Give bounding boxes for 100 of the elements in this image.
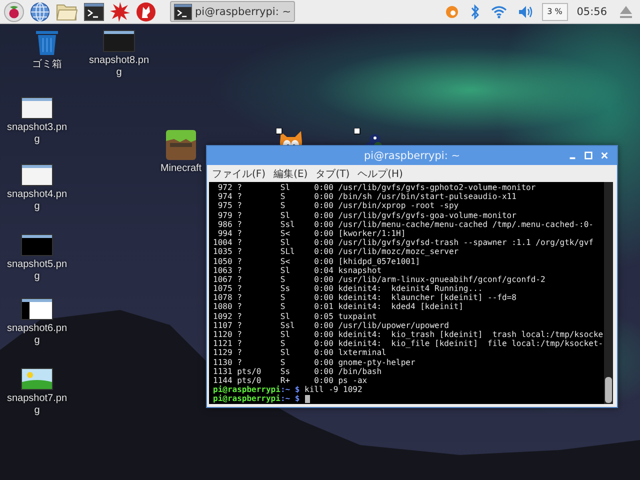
process-state: Sl (280, 210, 292, 220)
process-command: kdeinit4: kdeinit4 Running... (338, 284, 483, 294)
process-time: 0:05 (314, 312, 334, 321)
command-text: kill -9 1092 (304, 385, 362, 394)
process-id: 1144 (213, 376, 232, 386)
globe-icon[interactable] (30, 2, 50, 22)
desktop-icon-label[interactable]: snapshot5.png (6, 259, 68, 283)
process-tty: ? (237, 266, 243, 275)
process-command: kdeinit4: kded4 [kdeinit] (338, 302, 464, 312)
image-thumbnail[interactable] (21, 234, 53, 256)
process-time: 0:00 (314, 358, 334, 367)
scrollbar-thumb[interactable] (605, 377, 612, 403)
maximize-icon[interactable] (584, 151, 593, 160)
desktop-icon-label[interactable]: snapshot6.png (6, 323, 68, 347)
desktop-icon-label[interactable]: snapshot4.png (6, 189, 68, 213)
process-id: 1092 (213, 312, 232, 321)
window-title: pi@raspberrypi: ~ (364, 150, 460, 162)
desktop-icon-label[interactable]: snapshot8.png (88, 55, 150, 79)
process-tty: ? (237, 348, 243, 358)
process-command: lxterminal (338, 348, 386, 358)
process-id: 974 (216, 192, 232, 202)
process-time: 0:00 (314, 293, 334, 302)
process-time: 0:00 (314, 256, 334, 266)
process-tty: ? (237, 192, 243, 202)
bluetooth-icon[interactable] (470, 4, 480, 20)
process-id: 1035 (213, 247, 232, 256)
process-state: Ss (280, 284, 292, 294)
process-id: 1130 (213, 358, 232, 367)
process-command: kdeinit4: kio_file [kdeinit] file local:/tmp/ksocket- (338, 339, 604, 348)
process-command: ps -ax (338, 376, 368, 386)
process-id: 1078 (213, 293, 232, 302)
process-id: 1131 (213, 366, 232, 376)
image-thumbnail[interactable] (21, 97, 53, 119)
process-time: 0:04 (314, 266, 334, 275)
process-command: tuxpaint (338, 312, 377, 321)
snake-icon[interactable] (354, 128, 384, 145)
image-thumbnail[interactable] (103, 30, 135, 52)
process-time: 0:00 (314, 339, 334, 348)
process-tty: ? (237, 274, 243, 284)
process-command: ksnapshot (338, 266, 382, 275)
menu-item[interactable]: ファイル(F) (212, 166, 266, 180)
grass-block-icon[interactable] (166, 130, 196, 160)
process-state: S (280, 293, 286, 302)
close-icon[interactable] (600, 151, 609, 160)
process-command: /bin/bash (338, 366, 382, 376)
process-tty: ? (237, 284, 243, 294)
process-state: Sl (280, 266, 292, 275)
process-time: 0:00 (314, 210, 334, 220)
process-time: 0:00 (314, 274, 334, 284)
process-time: 0:00 (314, 348, 334, 358)
process-id: 986 (216, 220, 232, 229)
process-command: [khidpd_057e1001] (338, 256, 420, 266)
process-time: 0:00 (314, 247, 334, 256)
prompt-path: :~ $ (280, 394, 300, 404)
trash-icon[interactable] (35, 30, 59, 56)
process-time: 0:00 (314, 284, 334, 294)
terminal-icon (174, 2, 192, 20)
process-command: gnome-pty-helper (338, 358, 416, 367)
desktop-icon-label[interactable]: ゴミ箱 (32, 59, 62, 71)
process-tty: ? (237, 183, 243, 192)
process-tty: ? (237, 320, 243, 330)
process-tty: ? (237, 256, 243, 266)
desktop-icon-label[interactable]: Minecraft (160, 163, 202, 175)
raspberry-icon[interactable] (4, 2, 24, 22)
process-time: 0:01 (314, 302, 334, 312)
image-thumbnail[interactable] (21, 164, 53, 186)
process-state: Sl (280, 238, 292, 248)
wolf-icon[interactable] (136, 2, 156, 22)
process-command: /usr/lib/gvfs/gvfs-goa-volume-monitor (338, 210, 516, 220)
process-tty: ? (237, 339, 243, 348)
menu-item[interactable]: ヘルプ(H) (358, 166, 403, 180)
clock: 05:56 (576, 6, 607, 18)
image-thumbnail[interactable] (21, 298, 53, 320)
process-state: Ss (280, 366, 292, 376)
desktop-icon-label[interactable]: snapshot3.png (6, 122, 68, 146)
prompt-user-host: pi@raspberrypi (213, 385, 280, 394)
process-tty: ? (237, 358, 243, 367)
process-tty: ? (237, 228, 243, 238)
desktop-icon-label[interactable]: snapshot7.png (6, 393, 68, 417)
menu-item[interactable]: 編集(E) (274, 166, 308, 180)
process-command: /bin/sh /usr/bin/start-pulseaudio-x11 (338, 192, 516, 202)
process-command: kdeinit4: klauncher [kdeinit] --fd=8 (338, 293, 516, 302)
process-tty: ? (237, 312, 243, 321)
volume-icon[interactable] (518, 4, 534, 18)
star-burst-icon[interactable] (110, 2, 130, 22)
process-state: SLl (280, 247, 296, 256)
taskbar-window-button[interactable]: pi@raspberrypi: ~ (170, 1, 296, 22)
process-state: S (280, 201, 286, 211)
process-time: 0:00 (314, 376, 334, 386)
process-time: 0:00 (314, 330, 334, 340)
process-id: 1050 (213, 256, 232, 266)
terminal-icon[interactable] (84, 2, 104, 22)
process-tty: ? (237, 201, 243, 211)
process-tty: pts/0 (237, 376, 262, 386)
cpu-monitor: 3 % (542, 2, 568, 20)
image-thumbnail[interactable] (21, 368, 53, 390)
menu-item[interactable]: タブ(T) (316, 166, 350, 180)
wifi-icon[interactable] (490, 4, 507, 18)
process-state: S< (280, 256, 292, 266)
process-command: /usr/lib/mozc/mozc_server (338, 247, 459, 256)
